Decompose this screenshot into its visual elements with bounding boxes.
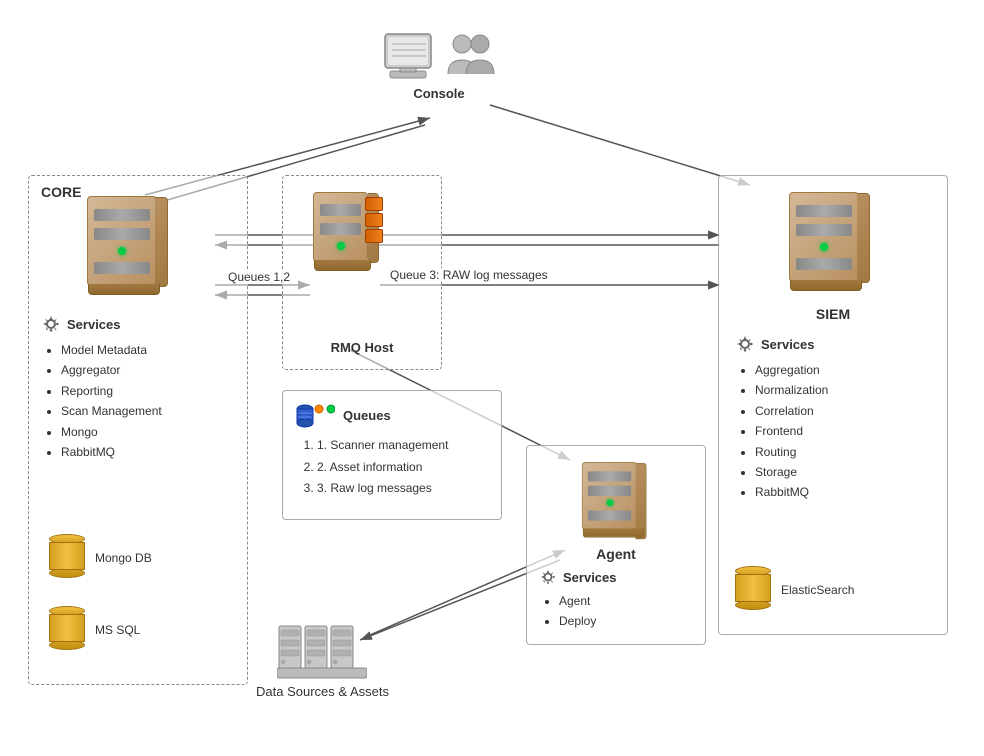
rmq-label: RMQ Host	[283, 340, 441, 355]
siem-services-section: Services Aggregation Normalization Corre…	[735, 334, 828, 503]
gear-icon-siem	[735, 334, 755, 354]
agent-server	[577, 456, 642, 536]
mssql-section: MS SQL	[49, 606, 140, 650]
core-service-4: Scan Management	[61, 401, 162, 421]
siem-service-7: RabbitMQ	[755, 482, 828, 502]
siem-services-title: Services	[761, 337, 815, 352]
monitor-icon	[380, 30, 438, 82]
siem-service-2: Normalization	[755, 380, 828, 400]
siem-service-4: Frontend	[755, 421, 828, 441]
elasticsearch-section: ElasticSearch	[735, 566, 854, 610]
console-label: Console	[413, 86, 464, 101]
agent-label: Agent	[527, 546, 705, 562]
datasources-section: Data Sources & Assets	[256, 618, 389, 699]
queue-icon	[295, 401, 335, 429]
siem-service-6: Storage	[755, 462, 828, 482]
siem-service-5: Routing	[755, 442, 828, 462]
queue-item-2: 2. Asset information	[317, 457, 448, 479]
console-area: Console	[380, 30, 498, 101]
elasticsearch-icon	[735, 566, 771, 610]
core-service-6: RabbitMQ	[61, 442, 162, 462]
core-server	[87, 196, 157, 286]
queues-box: Queues 1. Scanner management 2. Asset in…	[282, 390, 502, 520]
core-box: CORE	[28, 175, 248, 685]
siem-server	[789, 192, 859, 282]
agent-services-title: Services	[563, 570, 617, 585]
queue3-label: Queue 3: RAW log messages	[390, 268, 548, 282]
core-service-1: Model Metadata	[61, 340, 162, 360]
agent-services-list: Agent Deploy	[539, 591, 617, 632]
mongo-db-section: Mongo DB	[49, 534, 152, 578]
mongo-db-label: Mongo DB	[95, 551, 152, 565]
agent-services-section: Services Agent Deploy	[539, 568, 617, 632]
core-service-5: Mongo	[61, 422, 162, 442]
rmq-server	[313, 192, 368, 262]
core-service-2: Aggregator	[61, 360, 162, 380]
queue-item-3: 3. Raw log messages	[317, 478, 448, 500]
siem-service-3: Correlation	[755, 401, 828, 421]
datasources-icon	[277, 618, 367, 680]
agent-service-1: Agent	[559, 591, 617, 611]
siem-label: SIEM	[719, 306, 947, 322]
siem-service-1: Aggregation	[755, 360, 828, 380]
core-services-title: Services	[67, 317, 121, 332]
core-services-section: Services Model Metadata Aggregator Repor…	[41, 314, 162, 462]
mongo-db-icon	[49, 534, 85, 578]
mssql-label: MS SQL	[95, 623, 140, 637]
agent-service-2: Deploy	[559, 611, 617, 631]
siem-box: SIEM Services Aggregation	[718, 175, 948, 635]
queues12-label: Queues 1,2	[228, 270, 290, 284]
gear-icon-agent	[539, 568, 557, 586]
core-title: CORE	[41, 184, 81, 200]
queues-list: 1. Scanner management 2. Asset informati…	[299, 435, 448, 500]
core-service-3: Reporting	[61, 381, 162, 401]
agent-box: Agent Services Agent D	[526, 445, 706, 645]
people-icon	[444, 30, 498, 82]
elasticsearch-label: ElasticSearch	[781, 583, 854, 597]
datasources-label: Data Sources & Assets	[256, 684, 389, 699]
queues-title: Queues	[343, 408, 391, 423]
queue-item-1: 1. Scanner management	[317, 435, 448, 457]
gear-icon-core	[41, 314, 61, 334]
core-services-list: Model Metadata Aggregator Reporting Scan…	[41, 340, 162, 462]
siem-services-list: Aggregation Normalization Correlation Fr…	[735, 360, 828, 503]
mssql-db-icon	[49, 606, 85, 650]
